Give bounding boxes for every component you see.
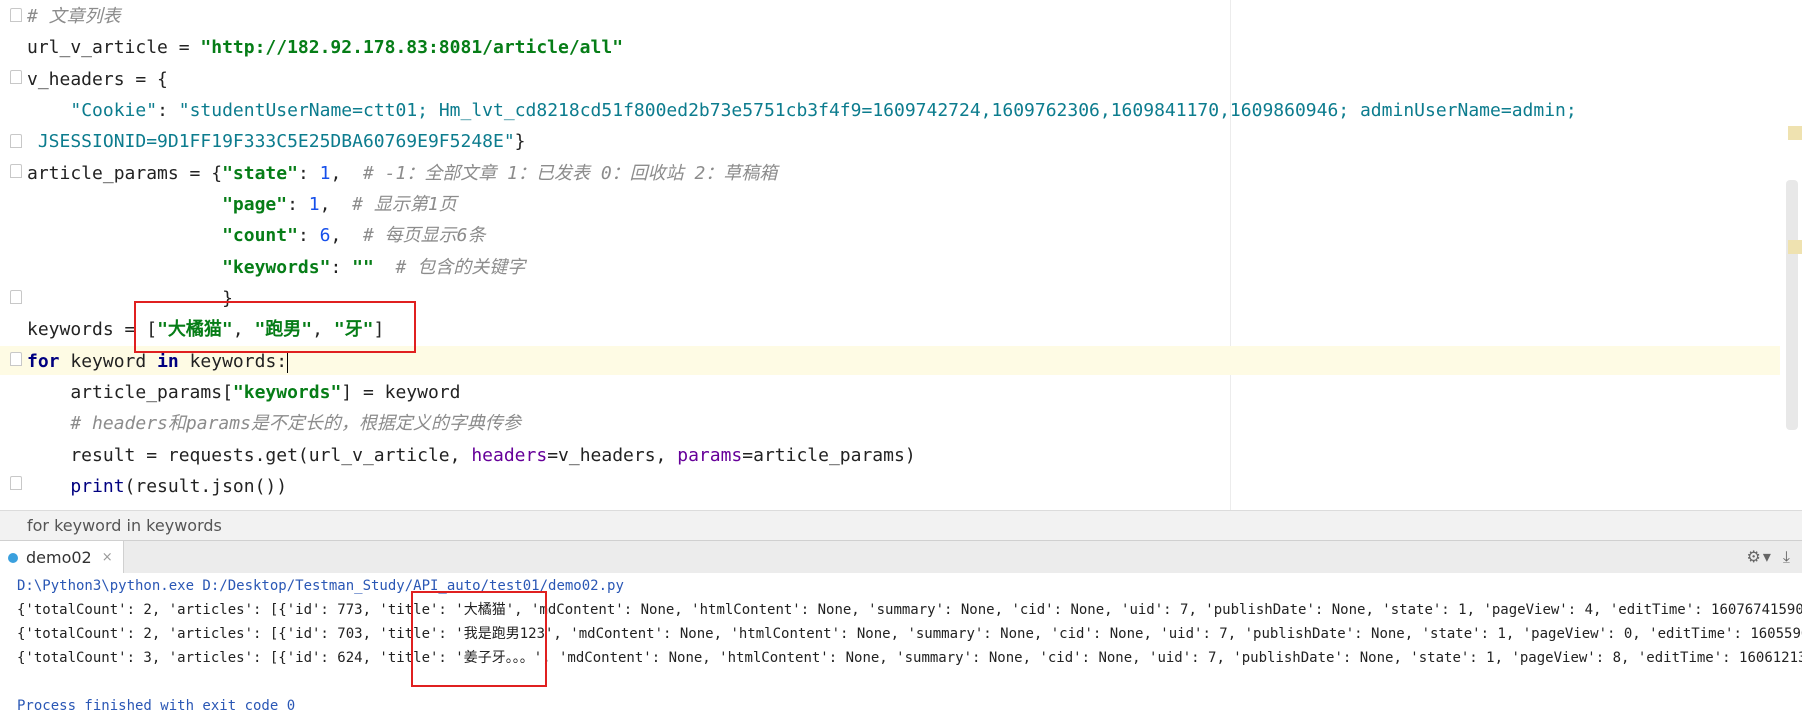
breadcrumb-label: for keyword in keywords xyxy=(27,516,222,535)
code-token: article_params = { xyxy=(27,163,223,184)
code-token: "http://182.92.178.83:8081/article/all" xyxy=(200,37,624,58)
code-line[interactable]: # headers和params是不定长的，根据定义的字典传参 xyxy=(27,408,521,439)
code-token: "count" xyxy=(222,225,298,246)
tab-demo02[interactable]: demo02 × xyxy=(0,541,124,574)
code-token: 1 xyxy=(319,163,331,184)
text-caret xyxy=(287,351,289,373)
code-token: } xyxy=(514,131,526,152)
code-token: keywords: xyxy=(178,351,288,372)
run-console[interactable]: D:\Python3\python.exe D:/Desktop/Testman… xyxy=(0,573,1802,720)
console-output-line: {'totalCount': 2, 'articles': [{'id': 77… xyxy=(17,602,1802,618)
close-icon[interactable]: × xyxy=(102,550,113,565)
code-token: ] = keyword xyxy=(341,382,461,403)
code-token: result = requests.get(url_v_article, xyxy=(27,445,472,466)
fold-marker-icon[interactable] xyxy=(10,476,22,490)
code-token: params xyxy=(677,445,743,466)
code-editor[interactable]: # 文章列表 url_v_article = "http://182.92.178… xyxy=(0,0,1802,510)
code-token: # 显示第1页 xyxy=(352,194,457,215)
code-token: "keywords" xyxy=(232,382,342,403)
code-token: headers xyxy=(471,445,548,466)
code-line[interactable]: "count": 6, # 每页显示6条 xyxy=(27,220,486,251)
code-line[interactable]: article_params["keywords"] = keyword xyxy=(27,377,461,408)
code-line[interactable]: "page": 1, # 显示第1页 xyxy=(27,189,457,220)
code-line[interactable]: article_params = {"state": 1, # -1：全部文章 … xyxy=(27,158,777,189)
code-token: : xyxy=(157,100,179,121)
code-token: 6 xyxy=(319,225,331,246)
code-token: "keywords" xyxy=(222,257,331,278)
code-token: : xyxy=(287,194,309,215)
code-token: # 每页显示6条 xyxy=(362,225,486,246)
fold-marker-icon[interactable] xyxy=(10,70,22,84)
code-line[interactable]: url_v_article = "http://182.92.178.83:80… xyxy=(27,32,623,63)
code-token: : xyxy=(330,257,353,278)
console-output-line: {'totalCount': 2, 'articles': [{'id': 70… xyxy=(17,626,1802,642)
code-token: : xyxy=(297,163,320,184)
code-line[interactable]: v_headers = { xyxy=(27,64,168,95)
code-token: # -1：全部文章 1：已发表 0：回收站 2：草稿箱 xyxy=(362,163,778,184)
code-token: "Cookie" xyxy=(70,100,158,121)
code-token: # headers和params是不定长的，根据定义的字典传参 xyxy=(70,413,521,434)
code-token: in xyxy=(157,351,179,372)
code-token: "" xyxy=(352,257,374,278)
code-token: "page" xyxy=(222,194,288,215)
code-token: (result.json()) xyxy=(124,476,288,497)
code-token: 1 xyxy=(308,194,320,215)
code-line[interactable]: JSESSIONID=9D1FF19F333C5E25DBA60769E9F52… xyxy=(27,126,526,157)
console-exit-status: Process finished with exit code 0 xyxy=(17,698,296,714)
fold-marker-icon[interactable] xyxy=(10,8,22,22)
code-line[interactable]: print(result.json()) xyxy=(27,471,287,502)
keywords-highlight-box xyxy=(134,301,416,353)
code-token: , xyxy=(330,163,363,184)
download-icon[interactable]: ⤓ xyxy=(1783,547,1790,567)
code-token: for xyxy=(27,351,60,372)
fold-marker-icon[interactable] xyxy=(10,134,22,148)
scroll-marker xyxy=(1788,240,1802,254)
code-token: JSESSIONID=9D1FF19F333C5E25DBA60769E9F52… xyxy=(27,131,515,152)
code-token: keyword xyxy=(59,351,158,372)
editor-scrollbar[interactable] xyxy=(1786,180,1798,430)
code-token: print xyxy=(70,476,125,497)
titles-highlight-box xyxy=(411,591,547,687)
code-token: # 包含的关键字 xyxy=(395,257,526,278)
code-token: , xyxy=(319,194,353,215)
breadcrumb[interactable]: for keyword in keywords xyxy=(0,510,1802,541)
code-token: v_headers = { xyxy=(27,69,168,90)
code-line[interactable]: # 文章列表 xyxy=(27,1,121,32)
code-token: =article_params) xyxy=(742,445,916,466)
gear-icon[interactable]: ⚙ xyxy=(1747,547,1761,567)
right-margin-guide xyxy=(1230,0,1231,510)
code-token: "state" xyxy=(222,163,298,184)
scroll-marker xyxy=(1788,126,1802,140)
python-run-icon xyxy=(8,552,18,563)
code-line[interactable]: result = requests.get(url_v_article, hea… xyxy=(27,440,916,471)
fold-marker-icon[interactable] xyxy=(10,164,22,178)
code-token: , xyxy=(330,225,363,246)
tab-label: demo02 xyxy=(26,548,92,567)
run-tool-window-header: demo02 × ⚙ ▾ ⤓ xyxy=(0,540,1802,574)
code-token: article_params[ xyxy=(27,382,233,403)
code-token: # 文章列表 xyxy=(27,6,121,27)
code-line[interactable]: "keywords": "" # 包含的关键字 xyxy=(27,252,525,283)
code-token: =v_headers, xyxy=(547,445,678,466)
code-token: "studentUserName=ctt01; Hm_lvt_cd8218cd5… xyxy=(178,100,1577,121)
code-token: url_v_article = xyxy=(27,37,201,58)
fold-marker-icon[interactable] xyxy=(10,352,22,366)
chevron-down-icon[interactable]: ▾ xyxy=(1763,547,1771,567)
code-token: keywords = xyxy=(27,319,147,340)
fold-marker-icon[interactable] xyxy=(10,290,22,304)
code-token: : xyxy=(297,225,320,246)
console-output-line: {'totalCount': 3, 'articles': [{'id': 62… xyxy=(17,650,1802,666)
code-line[interactable]: "Cookie": "studentUserName=ctt01; Hm_lvt… xyxy=(27,95,1577,126)
